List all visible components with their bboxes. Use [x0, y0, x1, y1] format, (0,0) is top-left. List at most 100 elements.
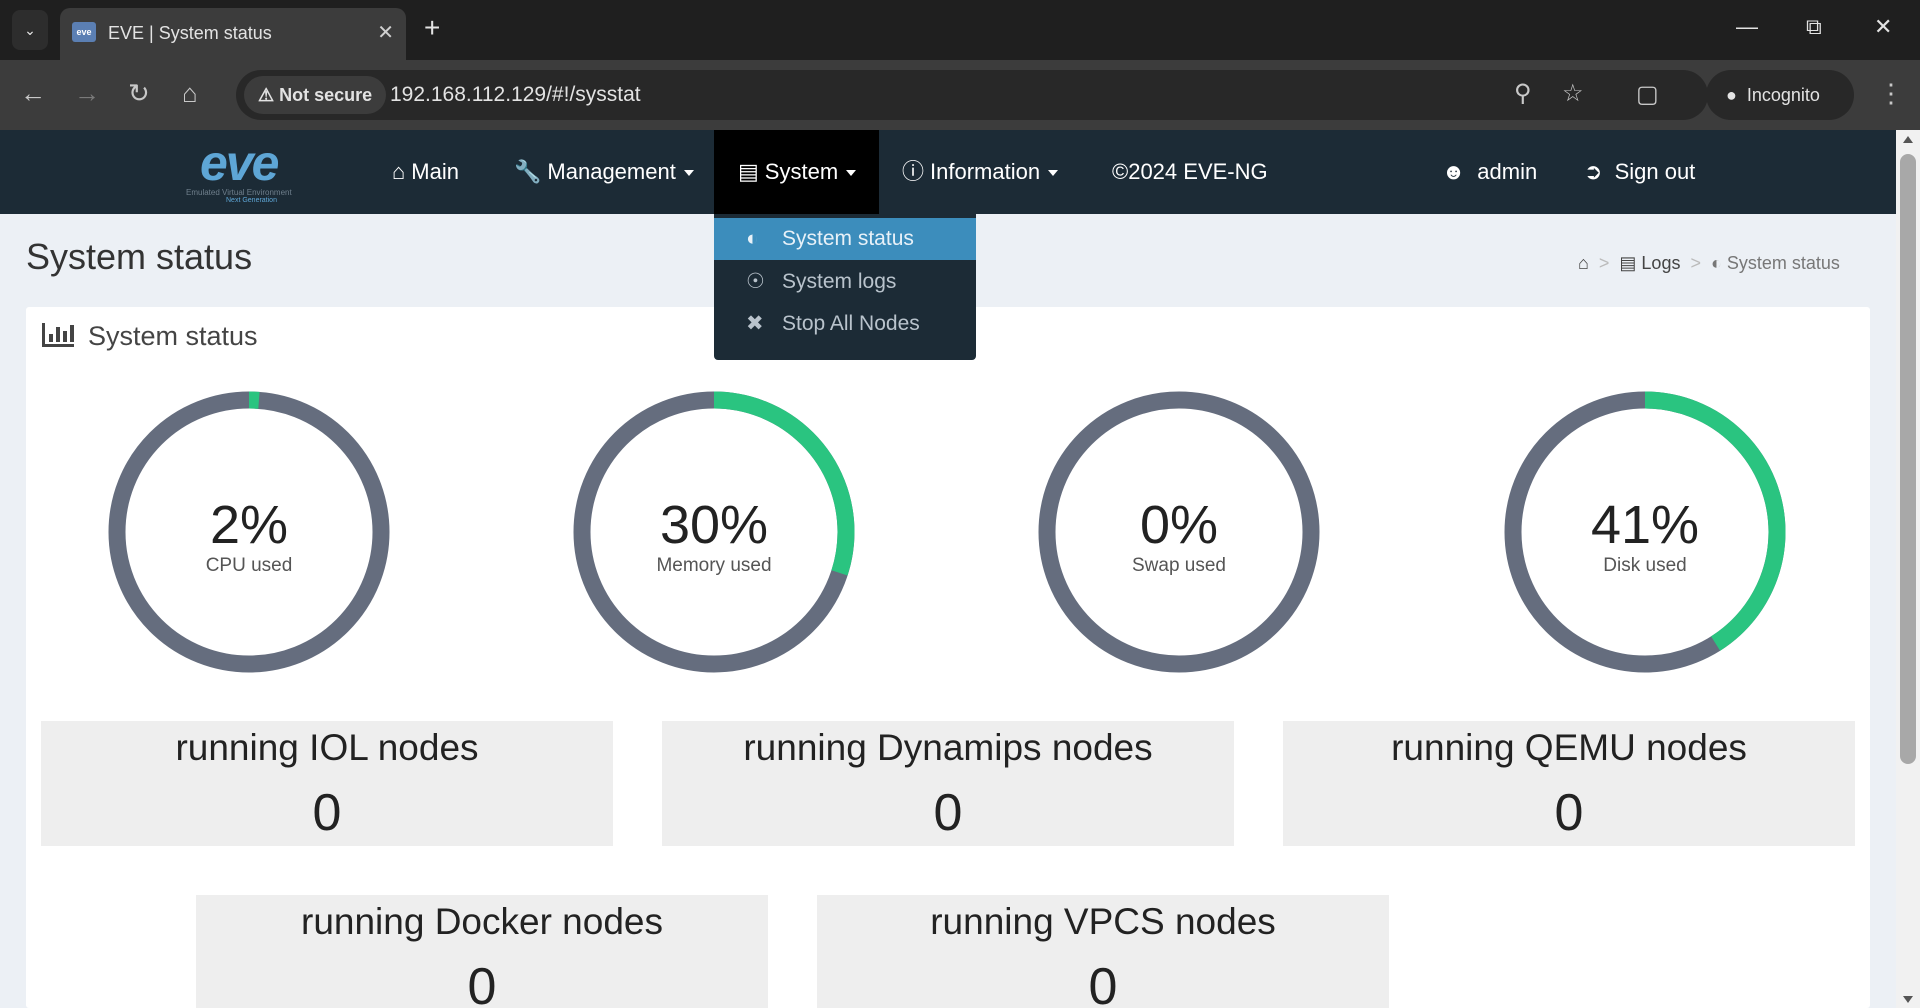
menu-item-stop-all-nodes[interactable]: ✖ Stop All Nodes — [714, 303, 976, 345]
nav-copyright[interactable]: ©2024 EVE-NG — [1112, 130, 1268, 214]
tab-title: EVE | System status — [108, 23, 272, 43]
browser-tab-strip: ⌄ eve EVE | System status ✕ + — ⧉ ✕ — [0, 0, 1920, 60]
incognito-label: Incognito — [1746, 85, 1820, 105]
user-icon: ☻ — [1442, 159, 1466, 184]
nav-main[interactable]: ⌂ Main — [392, 130, 459, 214]
swap-gauge-value: 0% — [1139, 495, 1219, 555]
swap-gauge-label: Swap used — [1131, 555, 1226, 576]
menu-item-label: Stop All Nodes — [782, 312, 920, 335]
favicon-icon: eve — [72, 22, 96, 42]
menu-item-system-status[interactable]: ◐ System status — [714, 218, 976, 260]
nav-user-label: admin — [1477, 159, 1538, 184]
life-ring-icon: ☉ — [746, 270, 765, 293]
restore-icon[interactable]: ⧉ — [1806, 14, 1822, 40]
bar-chart-icon — [42, 323, 74, 347]
security-chip[interactable]: ⚠ Not secure — [244, 76, 387, 114]
stat-vpcs-nodes: running VPCS nodes 0 — [817, 895, 1389, 1008]
nav-information[interactable]: ⓘ Information — [902, 130, 1059, 214]
logo-wordmark: eve — [200, 135, 279, 191]
incognito-icon: ● — [1726, 85, 1737, 105]
sign-out-icon: ➲ — [1584, 159, 1603, 184]
breadcrumb-current-label: System status — [1726, 253, 1840, 273]
reload-icon[interactable]: ↻ — [128, 80, 150, 106]
page-scrollbar[interactable] — [1896, 130, 1920, 1008]
system-dropdown-menu: ◐ System status ☉ System logs ✖ Stop All No… — [714, 214, 976, 360]
nav-system-label: System — [764, 159, 839, 184]
breadcrumb-logs-label: Logs — [1641, 253, 1681, 273]
browser-toolbar: ← → ↻ ⌂ ⚠ Not secure 192.168.112.129/#!/… — [0, 60, 1920, 130]
adjust-icon: ◐ — [1710, 253, 1722, 273]
swap-gauge: 0% Swap used — [1034, 387, 1324, 677]
book-icon: ▤ — [1619, 253, 1637, 273]
info-icon: ⓘ — [902, 159, 925, 184]
stat-docker-nodes: running Docker nodes 0 — [196, 895, 768, 1008]
box-title: System status — [88, 321, 258, 351]
nav-sign-out[interactable]: ➲ Sign out — [1584, 130, 1695, 214]
new-tab-icon[interactable]: + — [424, 14, 440, 42]
url-text[interactable]: 192.168.112.129/#!/sysstat — [390, 83, 641, 107]
disk-gauge-value: 41% — [1590, 495, 1700, 555]
browser-tab[interactable]: eve EVE | System status ✕ — [60, 8, 406, 60]
extensions-icon[interactable]: ▢ — [1636, 80, 1659, 109]
app-navbar: eve Emulated Virtual Environment Next Ge… — [0, 130, 1920, 214]
book-icon: ▤ — [738, 159, 759, 184]
menu-item-label: System status — [782, 227, 914, 250]
disk-gauge: 41% Disk used — [1500, 387, 1790, 677]
menu-item-label: System logs — [782, 270, 897, 293]
breadcrumb-separator: > — [1690, 253, 1701, 273]
nav-information-label: Information — [930, 159, 1041, 184]
nav-system[interactable]: ▤ System — [714, 130, 879, 214]
stat-iol-nodes: running IOL nodes 0 — [41, 721, 613, 846]
back-icon[interactable]: ← — [20, 80, 46, 106]
logo-subtitle-2: Next Generation — [226, 197, 277, 204]
minimize-icon[interactable]: — — [1736, 14, 1758, 40]
system-status-box: System status 2% CPU used 30% Memory use… — [26, 307, 1870, 1008]
page-title: System status — [26, 236, 253, 277]
nav-user[interactable]: ☻ admin — [1442, 130, 1537, 214]
eve-logo[interactable]: eve Emulated Virtual Environment Next Ge… — [186, 135, 330, 204]
forward-icon[interactable]: → — [74, 80, 100, 106]
bookmark-star-icon[interactable]: ☆ — [1562, 81, 1584, 107]
breadcrumb: ⌂ > ▤ Logs > ◐ System status — [1578, 253, 1840, 274]
tab-close-icon[interactable]: ✕ — [377, 20, 394, 45]
cpu-gauge-value: 2% — [209, 495, 289, 555]
breadcrumb-home-icon[interactable]: ⌂ — [1578, 253, 1589, 273]
stat-value: 0 — [1554, 784, 1584, 842]
security-label: Not secure — [279, 85, 373, 105]
window-close-icon[interactable]: ✕ — [1874, 14, 1892, 40]
tab-search-button[interactable]: ⌄ — [12, 10, 48, 50]
browser-menu-icon[interactable]: ⋮ — [1878, 78, 1904, 109]
stat-value: 0 — [1088, 958, 1118, 1008]
scroll-down-icon[interactable] — [1903, 996, 1913, 1003]
warning-icon: ⚠ — [258, 85, 275, 105]
nav-sign-out-label: Sign out — [1614, 159, 1696, 184]
caret-down-icon — [846, 170, 857, 177]
home-icon: ⌂ — [392, 159, 406, 184]
zoom-icon[interactable]: ⚲ — [1514, 81, 1532, 107]
scrollbar-thumb[interactable] — [1900, 154, 1916, 764]
logo-subtitle: Emulated Virtual Environment — [186, 188, 292, 197]
nav-management[interactable]: 🔧 Management — [514, 130, 694, 214]
stat-value: 0 — [312, 784, 342, 842]
stat-qemu-nodes: running QEMU nodes 0 — [1283, 721, 1855, 846]
address-bar[interactable]: ⚠ Not secure 192.168.112.129/#!/sysstat … — [236, 70, 1708, 120]
menu-item-system-logs[interactable]: ☉ System logs — [714, 261, 976, 303]
disk-gauge-label: Disk used — [1603, 555, 1687, 576]
stat-value: 0 — [467, 958, 497, 1008]
adjust-icon: ◐ — [746, 227, 759, 250]
memory-gauge: 30% Memory used — [569, 387, 859, 677]
stat-title: running Dynamips nodes — [743, 727, 1153, 768]
stat-title: running IOL nodes — [175, 727, 479, 768]
incognito-indicator[interactable]: ● Incognito — [1706, 70, 1854, 120]
cpu-gauge-label: CPU used — [205, 555, 293, 576]
breadcrumb-logs[interactable]: ▤ Logs — [1619, 253, 1680, 273]
home-button-icon[interactable]: ⌂ — [182, 80, 198, 106]
cpu-gauge: 2% CPU used — [104, 387, 394, 677]
stat-title: running Docker nodes — [301, 901, 663, 942]
stat-title: running VPCS nodes — [930, 901, 1276, 942]
scroll-up-icon[interactable] — [1903, 136, 1913, 143]
nav-main-label: Main — [411, 159, 459, 184]
stat-title: running QEMU nodes — [1391, 727, 1747, 768]
stat-value: 0 — [933, 784, 963, 842]
chevron-down-icon: ⌄ — [24, 22, 36, 38]
